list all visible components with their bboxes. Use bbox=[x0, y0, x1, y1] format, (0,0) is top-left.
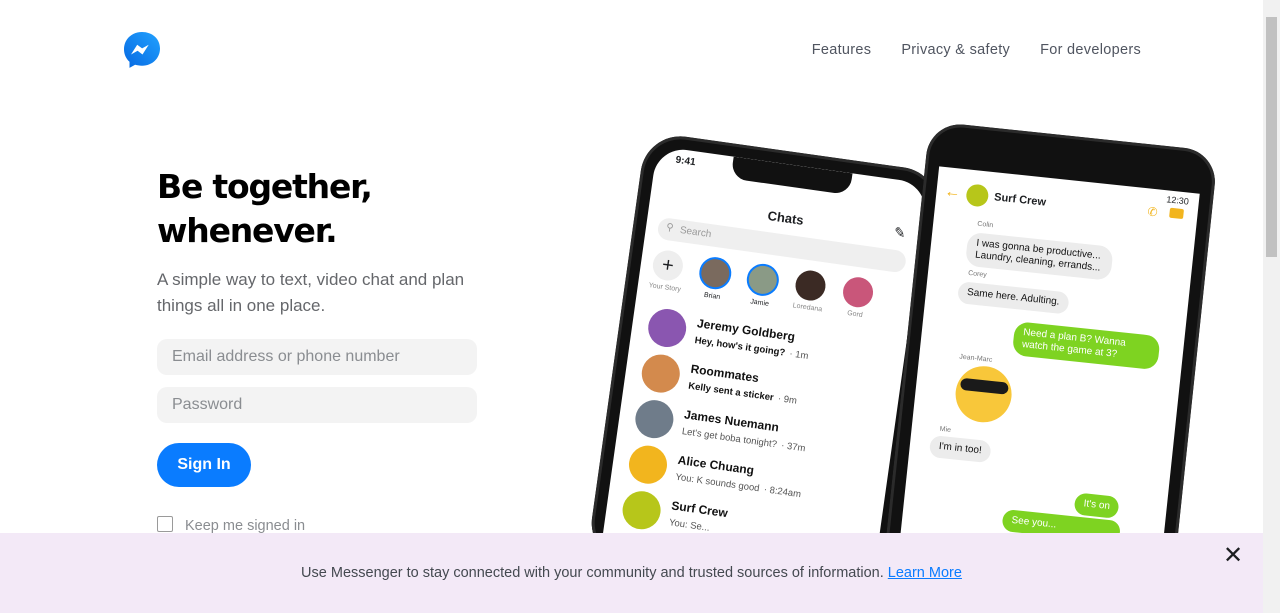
banner-text-wrap: Use Messenger to stay connected with you… bbox=[0, 565, 1263, 581]
message-bubble: Same here. Adulting. bbox=[956, 281, 1070, 315]
story-item: + Your Story bbox=[647, 248, 687, 295]
chat-avatar bbox=[620, 488, 664, 532]
story-avatar bbox=[841, 275, 875, 310]
story-item: Gord bbox=[837, 275, 877, 322]
chat-time: · 37m bbox=[780, 440, 807, 455]
nav-for-developers[interactable]: For developers bbox=[1040, 42, 1141, 58]
chat-avatar bbox=[626, 443, 670, 487]
chat-avatar bbox=[639, 352, 683, 396]
story-item: Loredana bbox=[790, 268, 830, 315]
scrollbar-thumb[interactable] bbox=[1266, 17, 1277, 257]
story-label: Loredana bbox=[792, 302, 823, 314]
chat-avatar bbox=[632, 397, 676, 441]
message-bubble: I'm in too! bbox=[928, 434, 992, 464]
hero-title-line1: Be together, bbox=[157, 167, 373, 206]
phone-notch bbox=[730, 156, 853, 196]
story-avatar bbox=[793, 268, 828, 303]
chat-time: · 9m bbox=[777, 393, 798, 407]
search-placeholder: Search bbox=[679, 224, 713, 241]
message-bubble: It's on bbox=[1073, 492, 1120, 519]
chat-time: · 8:24am bbox=[763, 484, 802, 501]
message-sender: Mie bbox=[939, 425, 952, 434]
story-label: Jamie bbox=[749, 298, 770, 308]
info-banner: Use Messenger to stay connected with you… bbox=[0, 533, 1263, 613]
chat-time: · 1m bbox=[788, 348, 810, 362]
keep-signed-in[interactable]: Keep me signed in bbox=[157, 514, 305, 534]
chat-avatar bbox=[645, 306, 689, 350]
nav-features[interactable]: Features bbox=[812, 42, 872, 58]
banner-text: Use Messenger to stay connected with you… bbox=[301, 565, 884, 581]
story-avatar bbox=[744, 261, 781, 298]
hero-title: Be together, whenever. bbox=[157, 165, 467, 253]
video-icon bbox=[1169, 207, 1185, 220]
password-input[interactable] bbox=[157, 387, 477, 423]
phone-chats-screen: 9:41 Chats ✎ ⚲ Search + Your Story Brian… bbox=[599, 145, 929, 597]
hero-title-line2: whenever. bbox=[157, 211, 338, 250]
search-icon: ⚲ bbox=[665, 221, 675, 234]
message-sender: Colin bbox=[976, 220, 994, 230]
message-bubble: I was gonna be productive... Laundry, cl… bbox=[964, 231, 1114, 281]
story-item: Brian bbox=[695, 255, 735, 302]
hero-subtitle: A simple way to text, video chat and pla… bbox=[157, 270, 465, 315]
story-label: Brian bbox=[703, 291, 721, 302]
status-time: 12:30 bbox=[1165, 194, 1190, 207]
top-nav: Features Privacy & safety For developers bbox=[812, 42, 1141, 58]
story-item: Jamie bbox=[742, 261, 782, 309]
page-scrollbar[interactable] bbox=[1263, 0, 1280, 613]
chat-message: You: Se... bbox=[668, 517, 711, 534]
sign-in-button[interactable]: Sign In bbox=[157, 443, 251, 487]
call-icon: ✆ bbox=[1146, 204, 1159, 220]
group-avatar bbox=[965, 183, 990, 208]
messenger-logo-icon[interactable] bbox=[122, 30, 162, 70]
sunglasses-emoji-sticker bbox=[952, 363, 1015, 425]
close-icon[interactable]: ✕ bbox=[1223, 544, 1243, 568]
story-label: Your Story bbox=[648, 282, 682, 294]
message-sender: Corey bbox=[967, 269, 988, 279]
back-arrow-icon: ← bbox=[943, 183, 962, 202]
compose-icon: ✎ bbox=[892, 223, 907, 242]
add-story-icon: + bbox=[650, 248, 685, 283]
email-input[interactable] bbox=[157, 339, 477, 375]
message-sender: Jean-Marc bbox=[958, 353, 993, 364]
message-bubble: Need a plan B? Wanna watch the game at 3… bbox=[1011, 321, 1161, 371]
nav-privacy-safety[interactable]: Privacy & safety bbox=[901, 42, 1010, 58]
chat-name: Surf Crew bbox=[670, 498, 729, 521]
status-time: 9:41 bbox=[674, 154, 697, 169]
story-avatar bbox=[697, 255, 734, 292]
keep-signed-in-checkbox[interactable] bbox=[157, 516, 173, 532]
learn-more-link[interactable]: Learn More bbox=[888, 565, 962, 581]
story-label: Gord bbox=[846, 309, 864, 320]
hero: Be together, whenever. A simple way to t… bbox=[157, 165, 467, 319]
group-name: Surf Crew bbox=[993, 191, 1047, 209]
keep-signed-in-label: Keep me signed in bbox=[185, 518, 306, 534]
